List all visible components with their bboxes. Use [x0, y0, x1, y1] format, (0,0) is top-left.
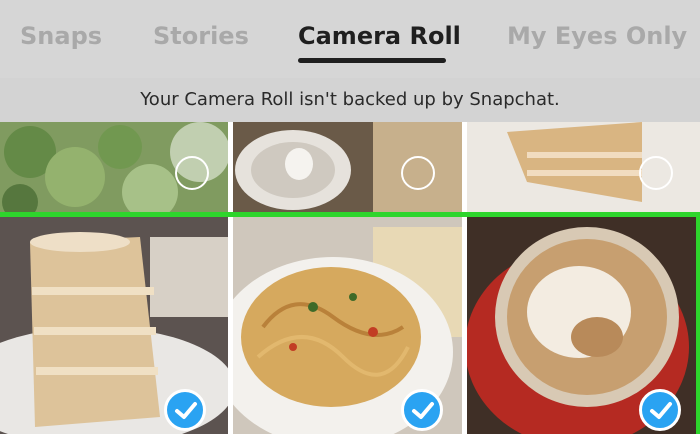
- tab-camera-roll[interactable]: Camera Roll: [298, 22, 461, 50]
- select-circle[interactable]: [639, 156, 673, 190]
- selected-check-icon[interactable]: [164, 389, 206, 431]
- photo-thumbnail-spaghetti-selected[interactable]: [233, 217, 462, 434]
- active-tab-indicator: [298, 58, 446, 63]
- selected-check-icon[interactable]: [639, 389, 681, 431]
- photo-grid: [0, 122, 700, 434]
- select-circle[interactable]: [175, 156, 209, 190]
- photo-thumbnail-broccoli[interactable]: [0, 122, 228, 212]
- backup-notice: Your Camera Roll isn't backed up by Snap…: [0, 78, 700, 122]
- select-circle[interactable]: [401, 156, 435, 190]
- tab-stories[interactable]: Stories: [153, 22, 249, 50]
- photo-thumbnail-cake-selected[interactable]: [0, 217, 228, 434]
- selected-check-icon[interactable]: [401, 389, 443, 431]
- tab-bar: Snaps Stories Camera Roll My Eyes Only: [0, 0, 700, 78]
- tab-my-eyes-only[interactable]: My Eyes Only: [507, 22, 687, 50]
- tab-snaps[interactable]: Snaps: [20, 22, 102, 50]
- photo-thumbnail-cake[interactable]: [467, 122, 700, 212]
- photo-thumbnail-coffee-cup[interactable]: [233, 122, 462, 212]
- photo-thumbnail-latte-selected[interactable]: [467, 217, 700, 434]
